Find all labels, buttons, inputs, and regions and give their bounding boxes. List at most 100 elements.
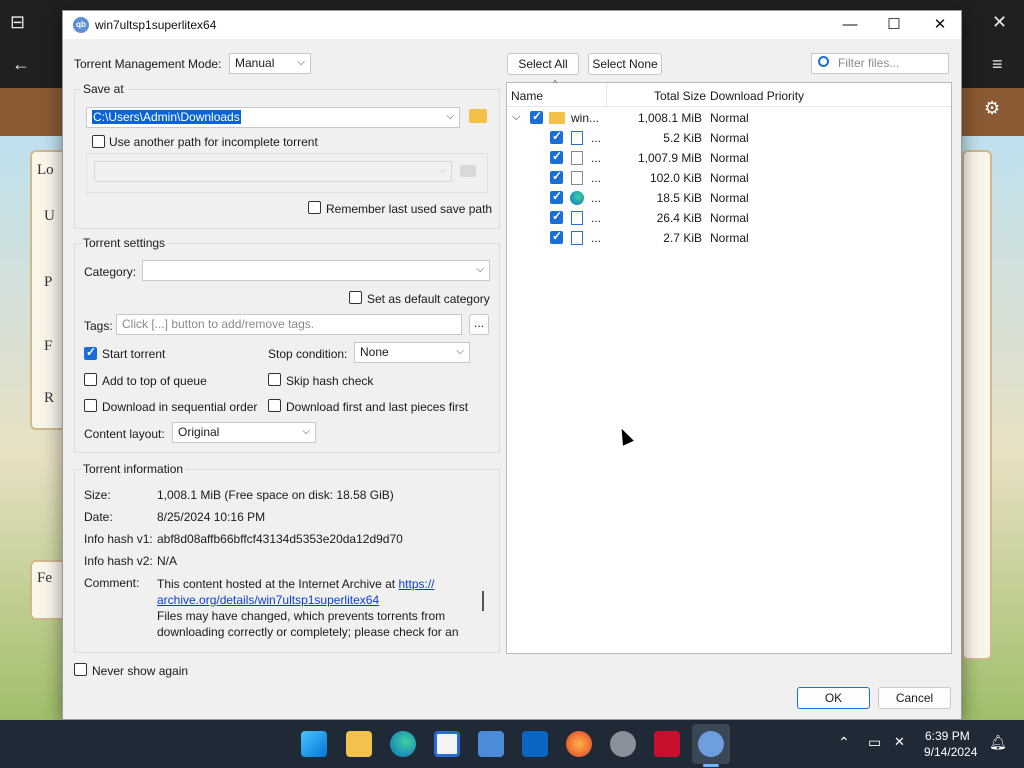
select-none-button[interactable]: Select None — [588, 53, 662, 75]
background-label: R — [44, 390, 55, 406]
tags-placeholder: Click [...] button to add/remove tags. — [122, 317, 315, 331]
first-last-checkbox[interactable] — [268, 399, 281, 412]
skip-hash-checkbox[interactable] — [268, 373, 281, 386]
maximize-button[interactable]: ☐ — [871, 11, 917, 39]
comment-link[interactable]: archive.org/details/win7ultsp1superlitex… — [157, 593, 379, 607]
background-label: F — [44, 338, 53, 354]
volume-icon[interactable]: ✕ — [894, 734, 905, 750]
file-priority[interactable]: Normal — [710, 191, 749, 205]
stop-condition-value: None — [360, 345, 389, 359]
file-row[interactable]: ... 18.5 KiB Normal — [507, 188, 951, 208]
incomplete-path-combo[interactable]: ⌵ — [94, 161, 452, 182]
document-icon — [571, 131, 583, 145]
comment-scrollbar[interactable] — [482, 591, 484, 611]
file-tree[interactable]: ^ Name Total Size Download Priority ⌵ wi… — [506, 78, 952, 654]
minimize-button[interactable]: — — [827, 11, 873, 39]
comment-line: downloading correctly or completely; ple… — [157, 625, 459, 639]
file-checkbox[interactable] — [550, 209, 563, 224]
background-side-card — [962, 150, 992, 660]
ok-button[interactable]: OK — [797, 687, 870, 709]
file-name: ... — [591, 151, 602, 165]
clock-time[interactable]: 6:39 PM — [925, 729, 970, 743]
file-row[interactable]: ⌵ win... 1,008.1 MiB Normal — [507, 108, 951, 128]
qbittorrent-taskbar-icon[interactable] — [698, 731, 724, 757]
file-row[interactable]: ... 1,007.9 MiB Normal — [507, 148, 951, 168]
browse-folder-icon[interactable] — [469, 109, 487, 123]
default-category-checkbox[interactable] — [349, 291, 362, 304]
category-combo[interactable]: ⌵ — [142, 260, 490, 281]
flash-player-icon[interactable] — [654, 731, 680, 757]
edge-browser-icon[interactable] — [390, 731, 416, 757]
comment-link[interactable]: https:// — [399, 577, 435, 591]
management-mode-select[interactable]: Manual ⌵ — [229, 53, 311, 74]
column-name[interactable]: Name — [511, 89, 543, 103]
tags-field[interactable]: Click [...] button to add/remove tags. — [116, 314, 462, 335]
never-show-checkbox[interactable] — [74, 663, 87, 676]
select-all-button[interactable]: Select All — [507, 53, 579, 75]
filter-files-placeholder: Filter files... — [838, 56, 900, 70]
clock-date[interactable]: 9/14/2024 — [924, 745, 977, 759]
remember-path-label: Remember last used save path — [326, 202, 493, 216]
file-checkbox[interactable] — [550, 229, 563, 244]
category-label: Category: — [84, 265, 137, 279]
file-priority[interactable]: Normal — [710, 231, 749, 245]
file-priority[interactable]: Normal — [710, 151, 749, 165]
stop-condition-combo[interactable]: None ⌵ — [354, 342, 470, 363]
file-checkbox[interactable] — [550, 169, 563, 184]
firefox-icon[interactable] — [566, 731, 592, 757]
file-priority[interactable]: Normal — [710, 111, 749, 125]
save-path-combo[interactable]: C:\Users\Admin\Downloads ⌵ — [86, 107, 460, 128]
background-tab-icon: ⊟ — [10, 12, 26, 32]
chevron-down-icon[interactable]: ⌵ — [512, 111, 520, 124]
file-checkbox[interactable] — [550, 149, 563, 164]
add-torrent-dialog: qb win7ultsp1superlitex64 — ☐ ✕ Torrent … — [62, 10, 962, 720]
remember-path-checkbox[interactable] — [308, 201, 321, 214]
file-row[interactable]: ... 26.4 KiB Normal — [507, 208, 951, 228]
notification-bell-icon[interactable]: 🔔︎ — [989, 734, 1007, 751]
cancel-button[interactable]: Cancel — [878, 687, 951, 709]
incomplete-path-label: Use another path for incomplete torrent — [109, 135, 318, 149]
active-indicator — [703, 764, 719, 767]
file-row[interactable]: ... 2.7 KiB Normal — [507, 228, 951, 248]
file-checkbox[interactable] — [550, 129, 563, 144]
network-icon[interactable]: ▭ — [868, 734, 881, 751]
file-explorer-icon[interactable] — [346, 731, 372, 757]
column-total-size[interactable]: Total Size — [654, 89, 706, 103]
chevron-up-icon[interactable]: ⌃ — [838, 734, 850, 751]
photos-icon[interactable] — [478, 731, 504, 757]
outlook-icon[interactable] — [522, 731, 548, 757]
close-button[interactable]: ✕ — [917, 11, 963, 39]
background-menu-icon: ≡ — [992, 54, 1003, 74]
hash-v2-value: N/A — [157, 554, 178, 568]
save-path-value: C:\Users\Admin\Downloads — [92, 110, 241, 124]
file-row[interactable]: ... 102.0 KiB Normal — [507, 168, 951, 188]
file-size: 1,008.1 MiB — [637, 111, 702, 125]
filter-files-input[interactable]: Filter files... — [811, 53, 949, 74]
tags-label: Tags: — [84, 319, 113, 333]
settings-gear-icon[interactable] — [610, 731, 636, 757]
start-windows-icon[interactable] — [301, 731, 327, 757]
column-priority[interactable]: Download Priority — [710, 89, 804, 103]
content-layout-combo[interactable]: Original ⌵ — [172, 422, 316, 443]
dialog-title: win7ultsp1superlitex64 — [95, 18, 217, 32]
file-row[interactable]: ... 5.2 KiB Normal — [507, 128, 951, 148]
comment-line: Files may have changed, which prevents t… — [157, 609, 446, 623]
start-torrent-checkbox[interactable] — [84, 345, 97, 360]
tags-edit-button[interactable]: ... — [469, 314, 489, 335]
file-checkbox[interactable] — [530, 109, 543, 124]
browse-folder-disabled-icon[interactable] — [460, 165, 476, 177]
file-priority[interactable]: Normal — [710, 171, 749, 185]
sequential-checkbox[interactable] — [84, 399, 97, 412]
store-icon[interactable] — [434, 731, 460, 757]
file-size: 102.0 KiB — [649, 171, 702, 185]
add-top-queue-checkbox[interactable] — [84, 373, 97, 386]
incomplete-path-checkbox[interactable] — [92, 135, 105, 148]
file-icon — [571, 171, 583, 185]
file-size: 1,007.9 MiB — [637, 151, 702, 165]
file-checkbox[interactable] — [550, 189, 563, 204]
size-value: 1,008.1 MiB (Free space on disk: 18.58 G… — [157, 488, 394, 502]
file-priority[interactable]: Normal — [710, 211, 749, 225]
file-priority[interactable]: Normal — [710, 131, 749, 145]
file-name: ... — [591, 131, 602, 145]
background-label: P — [44, 274, 53, 290]
